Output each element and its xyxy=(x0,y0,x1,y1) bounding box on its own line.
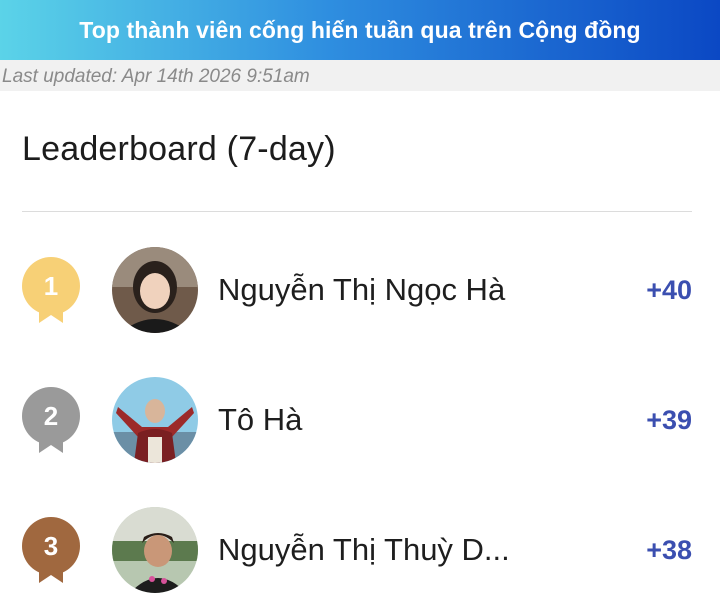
user-name[interactable]: Tô Hà xyxy=(218,402,528,438)
last-updated: Last updated: Apr 14th 2026 9:51am xyxy=(0,60,720,91)
gold-medal-icon: 1 xyxy=(22,257,82,323)
leaderboard-list: 1 Nguyễn Thị Ngọc Hà +40 2 Tô Hà +39 3 N… xyxy=(22,247,692,593)
leaderboard-row[interactable]: 1 Nguyễn Thị Ngọc Hà +40 xyxy=(22,247,692,333)
divider xyxy=(22,211,692,212)
silver-medal-icon: 2 xyxy=(22,387,82,453)
user-name[interactable]: Nguyễn Thị Ngọc Hà xyxy=(218,272,528,308)
points-value: +40 xyxy=(646,274,692,305)
user-avatar[interactable] xyxy=(112,247,198,333)
user-avatar[interactable] xyxy=(112,377,198,463)
rank-number: 1 xyxy=(43,270,59,301)
page-banner: Top thành viên cống hiến tuần qua trên C… xyxy=(0,0,720,60)
rank-number: 2 xyxy=(43,400,59,431)
rank-number: 3 xyxy=(43,530,59,561)
banner-title: Top thành viên cống hiến tuần qua trên C… xyxy=(79,16,641,43)
leaderboard-title: Leaderboard (7-day) xyxy=(22,130,336,168)
points-value: +39 xyxy=(646,404,692,435)
user-avatar[interactable] xyxy=(112,507,198,593)
points-value: +38 xyxy=(646,534,692,565)
leaderboard-row[interactable]: 3 Nguyễn Thị Thuỳ D... +38 xyxy=(22,507,692,593)
bronze-medal-icon: 3 xyxy=(22,517,82,583)
user-name[interactable]: Nguyễn Thị Thuỳ D... xyxy=(218,532,528,568)
leaderboard-row[interactable]: 2 Tô Hà +39 xyxy=(22,377,692,463)
leaderboard-panel: Leaderboard (7-day) 1 Nguyễn Thị Ngọc Hà… xyxy=(0,129,720,593)
